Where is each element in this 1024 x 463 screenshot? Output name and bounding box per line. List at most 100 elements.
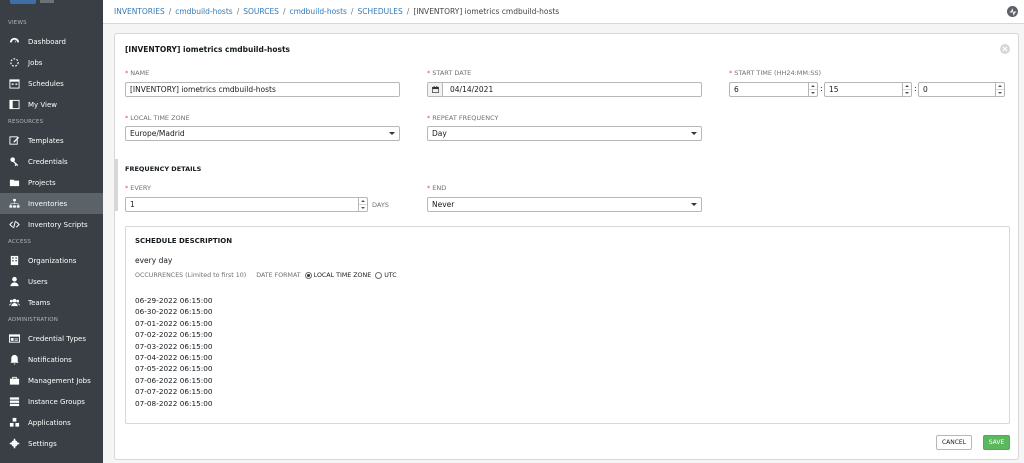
sidebar-section-label: ADMINISTRATION [8,317,59,323]
sitemap-icon [8,198,20,210]
close-icon [1002,46,1008,52]
sidebar-item-instance-groups[interactable]: Instance Groups [0,391,103,412]
every-spinner[interactable] [358,198,367,211]
occurrence-item: 06-30-2022 06:15:00 [135,307,213,317]
breadcrumb-separator: / [282,7,286,16]
schedule-description-heading: SCHEDULE DESCRIPTION [135,237,233,245]
schedule-form-panel: [INVENTORY] iometrics cmdbuild-hosts * NA… [114,33,1019,460]
occurrence-item: 07-03-2022 06:15:00 [135,341,213,351]
sidebar-item-label: Credential Types [28,334,86,343]
user-icon [8,276,20,288]
save-button[interactable]: SAVE [983,435,1010,450]
every-unit-label: DAYS [372,201,389,209]
sidebar-item-templates[interactable]: Templates [0,130,103,151]
sidebar-item-label: Notifications [28,355,72,364]
dashboard-icon [8,36,20,48]
calendar-icon [431,86,439,93]
sidebar-section-label: RESOURCES [8,119,44,125]
occurrence-item: 06-29-2022 06:15:00 [135,296,213,305]
sidebar-item-label: Jobs [28,58,43,67]
timezone-select[interactable]: Europe/Madrid [125,126,400,141]
start-time-label: * START TIME (HH24:MM:SS) [729,69,822,77]
sidebar-item-label: Projects [28,178,56,187]
start-date-input[interactable]: 04/14/2021 [427,82,702,97]
pencil-icon [8,135,20,147]
occurrence-item: 07-06-2022 06:15:00 [135,375,213,385]
start-date-label: * START DATE [427,69,472,77]
timezone-label: * LOCAL TIME ZONE [125,114,190,122]
name-input[interactable]: [INVENTORY] iometrics cmdbuild-hosts [125,82,400,97]
sidebar-item-applications[interactable]: Applications [0,412,103,433]
panel-title: [INVENTORY] iometrics cmdbuild-hosts [125,45,290,54]
calendar-icon [8,78,20,90]
frequency-details-bar [115,159,118,211]
breadcrumb-separator: / [236,7,240,16]
sidebar-item-credentials[interactable]: Credentials [0,151,103,172]
sidebar-item-settings[interactable]: Settings [0,433,103,454]
end-label: * END [427,184,447,192]
time-separator: : [820,84,823,93]
occurrence-item: 07-07-2022 06:15:00 [135,387,213,397]
sidebar-section-label: ACCESS [8,239,32,245]
calendar-button[interactable] [428,83,443,96]
date-format-label: DATE FORMAT [256,272,301,279]
utc-radio[interactable] [375,272,383,279]
server-icon [8,396,20,408]
chevron-down-icon [389,132,395,135]
utc-option[interactable]: UTC [384,272,396,279]
breadcrumb: INVENTORIES / cmdbuild-hosts / SOURCES /… [114,7,559,16]
local-time-zone-option[interactable]: LOCAL TIME ZONE [314,272,372,279]
chevron-down-icon [691,203,697,206]
breadcrumb-source-name[interactable]: cmdbuild-hosts [289,7,346,16]
occurrence-item: 07-02-2022 06:15:00 [135,330,213,340]
sidebar-item-users[interactable]: Users [0,271,103,292]
frequency-details-heading: FREQUENCY DETAILS [125,165,202,173]
activity-stream-icon[interactable] [1007,6,1018,17]
time-separator: : [914,84,917,93]
repeat-frequency-select[interactable]: Day [427,126,702,141]
repeat-frequency-label: * REPEAT FREQUENCY [427,114,499,122]
occurrences-label: OCCURRENCES (Limited to first 10) [135,272,247,279]
second-spinner[interactable] [995,83,1004,96]
breadcrumb-inventories[interactable]: INVENTORIES [114,7,165,16]
sidebar-item-schedules[interactable]: Schedules [0,73,103,94]
sidebar-item-my-view[interactable]: My View [0,94,103,115]
every-input[interactable]: 1 [125,197,368,212]
sidebar-item-label: Instance Groups [28,397,85,406]
sidebar-item-notifications[interactable]: Notifications [0,349,103,370]
local-time-zone-radio[interactable] [304,272,312,279]
end-select[interactable]: Never [427,197,702,212]
sidebar-item-organizations[interactable]: Organizations [0,250,103,271]
minute-spinner[interactable] [902,83,911,96]
sidebar-item-teams[interactable]: Teams [0,292,103,313]
my-view-icon [8,99,20,111]
breadcrumb-separator: / [168,7,172,16]
cancel-button[interactable]: CANCEL [936,435,972,450]
schedule-description-box: SCHEDULE DESCRIPTION every day OCCURRENC… [125,226,1010,424]
sidebar-item-label: Settings [28,439,57,448]
sidebar-item-inventories[interactable]: Inventories [0,193,103,214]
sidebar-item-credential-types[interactable]: Credential Types [0,328,103,349]
sidebar-item-jobs[interactable]: Jobs [0,52,103,73]
occurrences-list: 06-29-2022 06:15:00 06-30-2022 06:15:00 … [135,295,213,409]
start-time-hour-input[interactable]: 6 [729,82,818,97]
close-button[interactable] [1000,44,1010,54]
sidebar-item-management-jobs[interactable]: Management Jobs [0,370,103,391]
sidebar-item-label: Teams [28,298,51,307]
breadcrumb-inventory-name[interactable]: cmdbuild-hosts [175,7,232,16]
start-time-second-input[interactable]: 0 [918,82,1005,97]
building-icon [8,255,20,267]
id-card-icon [8,333,20,345]
occurrence-item: 07-08-2022 06:15:00 [135,398,213,408]
start-time-minute-input[interactable]: 15 [824,82,912,97]
sidebar-item-label: Users [28,277,48,286]
sidebar-item-projects[interactable]: Projects [0,172,103,193]
hour-spinner[interactable] [808,83,817,96]
occurrences-row: OCCURRENCES (Limited to first 10) DATE F… [135,272,397,279]
sidebar-item-dashboard[interactable]: Dashboard [0,31,103,52]
breadcrumb-schedules[interactable]: SCHEDULES [357,7,402,16]
sidebar-item-inventory-scripts[interactable]: Inventory Scripts [0,214,103,235]
breadcrumb-sources[interactable]: SOURCES [243,7,279,16]
bell-icon [8,354,20,366]
every-label: * EVERY [125,184,151,192]
